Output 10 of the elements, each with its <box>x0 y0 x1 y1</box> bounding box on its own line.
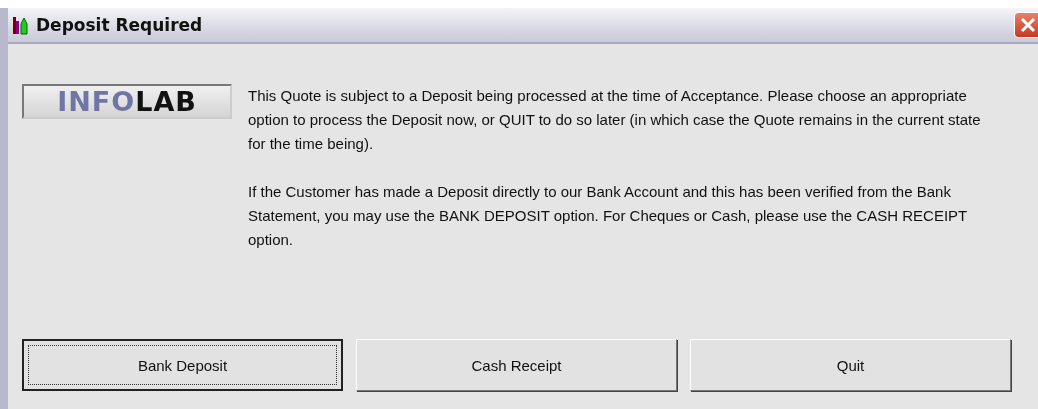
dialog-button[interactable]: Quit <box>690 339 1011 391</box>
message-paragraph: This Quote is subject to a Deposit being processed at the time of Acceptance. Please choose an appropriate option to process the Deposit now, or QUIT to do so later (in which case the Quote remains in the current state for the time being). <box>248 86 982 154</box>
logo: INFOLAB <box>22 84 232 119</box>
close-icon <box>1019 16 1037 34</box>
dialog-button[interactable]: Cash Receipt <box>356 339 677 391</box>
dialog-button[interactable]: Bank Deposit <box>22 339 343 391</box>
app-icon <box>12 15 30 35</box>
close-button[interactable] <box>1014 12 1038 38</box>
message-paragraph: If the Customer has made a Deposit directly to our Bank Account and this has been verified from the Bank Statement, you may use the BANK DEPOSIT option. For Cheques or Cash, please use the CASH RECEIPT option. <box>248 182 968 250</box>
window-title: Deposit Required <box>36 15 203 35</box>
